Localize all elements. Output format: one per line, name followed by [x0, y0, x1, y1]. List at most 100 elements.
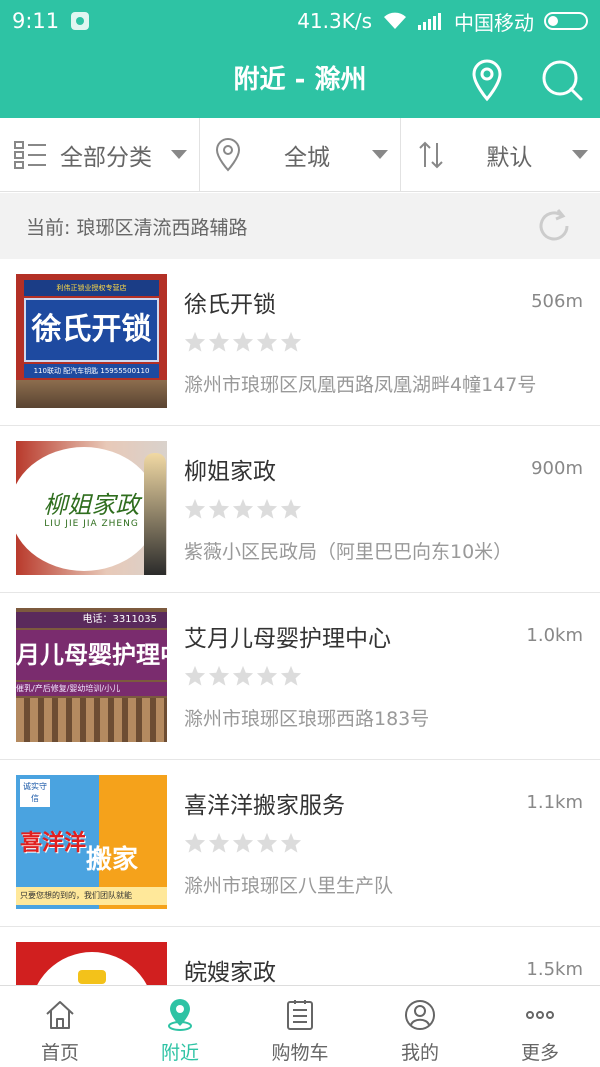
carrier-name: 中国移动 [454, 10, 534, 35]
thumb-sign-top: 电话：3311035 [16, 612, 167, 628]
thumb-sign-main: 月儿母婴护理中 [16, 630, 167, 680]
rating-stars [184, 665, 302, 687]
chevron-down-icon [371, 150, 388, 159]
current-location-text: 当前: 琅琊区清流西路辅路 [26, 216, 248, 239]
shop-address: 滁州市琅琊区琅琊西路183号 [184, 708, 430, 730]
filter-category-label: 全部分类 [60, 144, 152, 171]
star-icon [184, 832, 206, 853]
tab-nearby-label: 附近 [160, 1042, 199, 1064]
shop-thumbnail: 柳姐家政 LIU JIE JIA ZHENG [16, 441, 167, 575]
wifi-icon [384, 12, 406, 29]
list-item[interactable]: 电话：3311035 月儿母婴护理中 催乳/产后修复/婴幼培训/小儿 艾月儿母婴… [0, 593, 600, 760]
star-icon [280, 331, 302, 352]
shop-distance: 1.1km [526, 792, 583, 813]
location-pin-icon [216, 137, 241, 171]
shop-name: 皖嫂家政 [184, 960, 276, 985]
tab-cart[interactable]: 购物车 [240, 986, 360, 1067]
shop-distance: 900m [531, 458, 583, 479]
star-icon [232, 832, 254, 853]
filter-sort[interactable]: 默认 [401, 118, 600, 191]
shop-name: 徐氏开锁 [184, 292, 276, 318]
tab-mine[interactable]: 我的 [360, 986, 480, 1067]
thumb-sign-main: 徐氏开锁 [24, 298, 159, 362]
thumb-logo-text2: 搬家 [86, 845, 139, 875]
shop-thumbnail [16, 942, 167, 985]
shop-thumbnail: 诚实守信 喜洋洋 搬家 只要您想的到的，我们团队就能 [16, 775, 167, 909]
status-bar: 9:11 41.3K/s 中国移动 [0, 0, 600, 42]
list-item[interactable]: 诚实守信 喜洋洋 搬家 只要您想的到的，我们团队就能 喜洋洋搬家服务 1.1km… [0, 760, 600, 927]
list-item[interactable]: 利伟正锁业授权专营店 徐氏开锁 110联动 配汽车钥匙 15955500110 … [0, 259, 600, 426]
network-speed: 41.3K/s [297, 9, 372, 33]
category-grid-icon [14, 140, 46, 169]
star-icon [184, 498, 206, 519]
notification-icon [71, 12, 90, 30]
search-icon[interactable] [540, 58, 584, 102]
filter-sort-label: 默认 [486, 144, 533, 171]
bottom-tabbar: 首页 附近 购物车 我的 更多 [0, 985, 600, 1067]
thumb-sign-bottom: 催乳/产后修复/婴幼培训/小儿 [16, 682, 167, 696]
star-icon [208, 498, 230, 519]
list-item[interactable]: 柳姐家政 LIU JIE JIA ZHENG 柳姐家政 900m 紫薇小区民政局… [0, 426, 600, 593]
star-icon [280, 498, 302, 519]
tab-mine-label: 我的 [400, 1042, 439, 1064]
star-icon [280, 665, 302, 686]
shop-name: 艾月儿母婴护理中心 [184, 626, 391, 652]
filter-area-label: 全城 [283, 144, 330, 171]
shop-name: 喜洋洋搬家服务 [184, 793, 345, 819]
more-dots-icon [526, 1011, 554, 1019]
tab-more[interactable]: 更多 [480, 986, 600, 1067]
shop-distance: 1.5km [526, 959, 583, 980]
star-icon [232, 331, 254, 352]
star-icon [184, 665, 206, 686]
rating-stars [184, 498, 302, 520]
signal-icon [418, 13, 441, 30]
thumb-sign-bottom: 110联动 配汽车钥匙 15955500110 [24, 364, 159, 378]
page-title: 附近 - 滁州 [233, 65, 367, 95]
star-icon [256, 665, 278, 686]
location-pin-icon[interactable] [466, 58, 508, 102]
star-icon [256, 498, 278, 519]
star-icon [280, 832, 302, 853]
home-icon [46, 1001, 74, 1029]
star-icon [208, 832, 230, 853]
shop-address: 滁州市琅琊区八里生产队 [184, 875, 394, 897]
thumb-logo-text: 喜洋洋 [20, 831, 87, 856]
tab-home-label: 首页 [40, 1042, 79, 1064]
status-time: 9:11 [12, 9, 60, 33]
tab-nearby[interactable]: 附近 [120, 986, 240, 1067]
rating-stars [184, 331, 302, 353]
filter-category[interactable]: 全部分类 [0, 118, 201, 191]
thumb-sign-top: 利伟正锁业授权专营店 [24, 280, 159, 296]
battery-icon [544, 12, 588, 30]
shop-address: 滁州市琅琊区凤凰西路凤凰湖畔4幢147号 [184, 374, 537, 396]
star-icon [208, 665, 230, 686]
star-icon [184, 331, 206, 352]
chevron-down-icon [171, 150, 188, 159]
filter-bar: 全部分类 全城 默认 [0, 118, 600, 192]
sort-icon [418, 141, 443, 168]
shop-name: 柳姐家政 [184, 459, 276, 485]
star-icon [256, 331, 278, 352]
filter-area[interactable]: 全城 [200, 118, 401, 191]
location-pin-icon [168, 999, 192, 1031]
user-icon [405, 1000, 435, 1030]
tab-home[interactable]: 首页 [0, 986, 120, 1067]
shop-list: 利伟正锁业授权专营店 徐氏开锁 110联动 配汽车钥匙 15955500110 … [0, 259, 600, 985]
star-icon [232, 498, 254, 519]
cart-clipboard-icon [287, 1000, 313, 1030]
star-icon [232, 665, 254, 686]
current-location-bar: 当前: 琅琊区清流西路辅路 [0, 193, 600, 259]
star-icon [208, 331, 230, 352]
shop-thumbnail: 电话：3311035 月儿母婴护理中 催乳/产后修复/婴幼培训/小儿 [16, 608, 167, 742]
chevron-down-icon [571, 150, 588, 159]
shop-address: 紫薇小区民政局（阿里巴巴向东10米） [184, 541, 513, 563]
top-navbar: 附近 - 滁州 [0, 42, 600, 118]
list-item[interactable]: 皖嫂家政 1.5km [0, 927, 600, 985]
tab-cart-label: 购物车 [271, 1042, 329, 1064]
tab-more-label: 更多 [520, 1042, 559, 1064]
refresh-icon[interactable] [534, 206, 574, 246]
shop-thumbnail: 利伟正锁业授权专营店 徐氏开锁 110联动 配汽车钥匙 15955500110 [16, 274, 167, 408]
shop-distance: 1.0km [526, 625, 583, 646]
thumb-banner: 只要您想的到的，我们团队就能 [16, 887, 167, 905]
thumb-badge: 诚实守信 [20, 779, 50, 807]
